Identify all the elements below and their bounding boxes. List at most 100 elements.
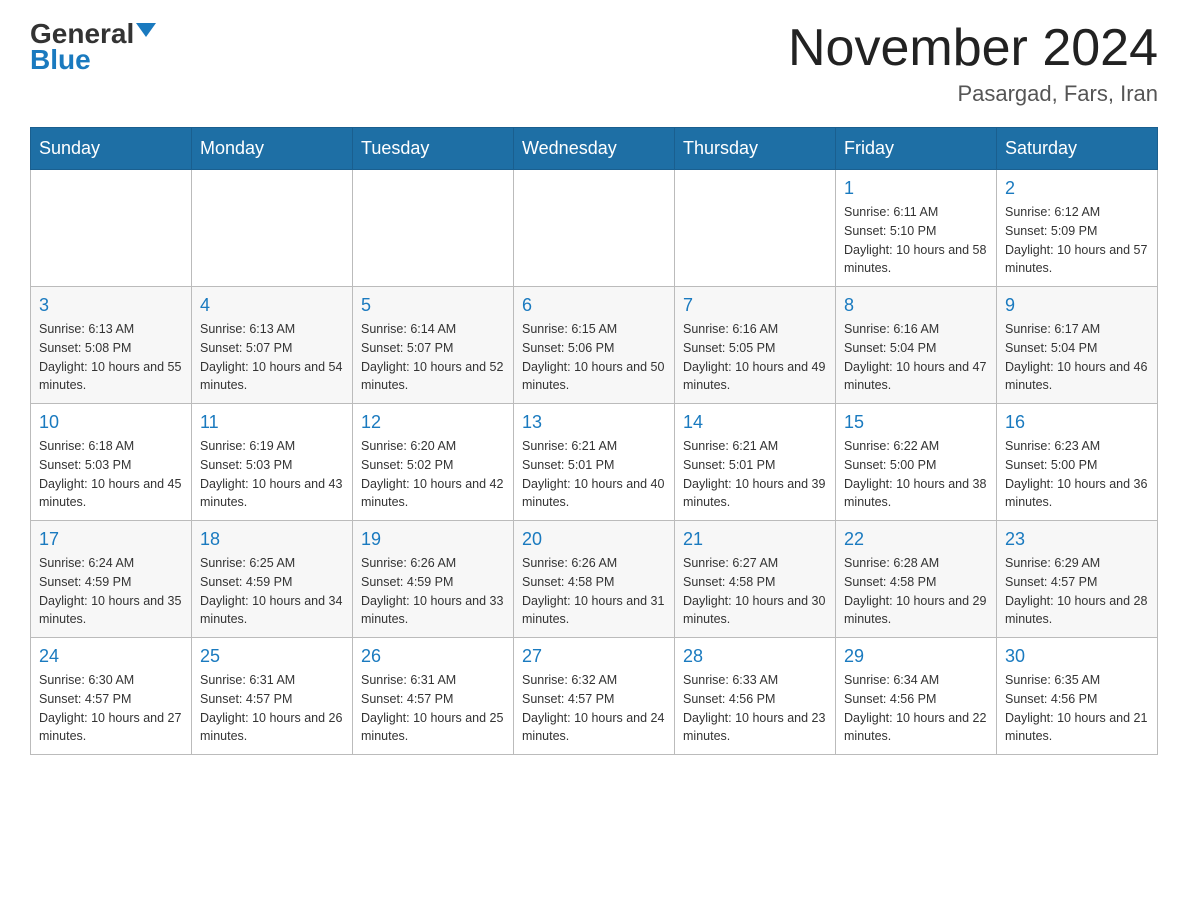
- calendar-day-cell: 18 Sunrise: 6:25 AMSunset: 4:59 PMDayligh…: [192, 521, 353, 638]
- day-number: 3: [39, 295, 183, 316]
- location-title: Pasargad, Fars, Iran: [788, 81, 1158, 107]
- calendar-day-cell: 6 Sunrise: 6:15 AMSunset: 5:06 PMDaylight…: [514, 287, 675, 404]
- day-number: 19: [361, 529, 505, 550]
- calendar-day-cell: 19 Sunrise: 6:26 AMSunset: 4:59 PMDayligh…: [353, 521, 514, 638]
- calendar-week-row: 24 Sunrise: 6:30 AMSunset: 4:57 PMDayligh…: [31, 638, 1158, 755]
- day-info: Sunrise: 6:25 AMSunset: 4:59 PMDaylight:…: [200, 554, 344, 629]
- day-header-thursday: Thursday: [675, 128, 836, 170]
- day-number: 26: [361, 646, 505, 667]
- day-info: Sunrise: 6:21 AMSunset: 5:01 PMDaylight:…: [522, 437, 666, 512]
- day-number: 4: [200, 295, 344, 316]
- calendar-day-cell: 10 Sunrise: 6:18 AMSunset: 5:03 PMDayligh…: [31, 404, 192, 521]
- day-number: 18: [200, 529, 344, 550]
- day-number: 17: [39, 529, 183, 550]
- calendar-day-cell: [353, 170, 514, 287]
- logo-triangle-icon: [136, 23, 156, 37]
- day-number: 22: [844, 529, 988, 550]
- day-info: Sunrise: 6:32 AMSunset: 4:57 PMDaylight:…: [522, 671, 666, 746]
- day-info: Sunrise: 6:12 AMSunset: 5:09 PMDaylight:…: [1005, 203, 1149, 278]
- calendar-day-cell: 23 Sunrise: 6:29 AMSunset: 4:57 PMDayligh…: [997, 521, 1158, 638]
- calendar-week-row: 1 Sunrise: 6:11 AMSunset: 5:10 PMDaylight…: [31, 170, 1158, 287]
- day-info: Sunrise: 6:14 AMSunset: 5:07 PMDaylight:…: [361, 320, 505, 395]
- calendar-day-cell: [192, 170, 353, 287]
- day-info: Sunrise: 6:29 AMSunset: 4:57 PMDaylight:…: [1005, 554, 1149, 629]
- calendar-day-cell: 21 Sunrise: 6:27 AMSunset: 4:58 PMDayligh…: [675, 521, 836, 638]
- day-number: 15: [844, 412, 988, 433]
- day-header-tuesday: Tuesday: [353, 128, 514, 170]
- day-info: Sunrise: 6:18 AMSunset: 5:03 PMDaylight:…: [39, 437, 183, 512]
- day-info: Sunrise: 6:26 AMSunset: 4:58 PMDaylight:…: [522, 554, 666, 629]
- page-header: General Blue November 2024 Pasargad, Far…: [30, 20, 1158, 107]
- day-info: Sunrise: 6:24 AMSunset: 4:59 PMDaylight:…: [39, 554, 183, 629]
- calendar-table: SundayMondayTuesdayWednesdayThursdayFrid…: [30, 127, 1158, 755]
- day-info: Sunrise: 6:19 AMSunset: 5:03 PMDaylight:…: [200, 437, 344, 512]
- day-info: Sunrise: 6:31 AMSunset: 4:57 PMDaylight:…: [361, 671, 505, 746]
- day-info: Sunrise: 6:35 AMSunset: 4:56 PMDaylight:…: [1005, 671, 1149, 746]
- calendar-week-row: 3Sunrise: 6:13 AMSunset: 5:08 PMDaylight…: [31, 287, 1158, 404]
- logo-blue-text: Blue: [30, 44, 91, 76]
- day-info: Sunrise: 6:23 AMSunset: 5:00 PMDaylight:…: [1005, 437, 1149, 512]
- calendar-day-cell: 17 Sunrise: 6:24 AMSunset: 4:59 PMDayligh…: [31, 521, 192, 638]
- day-header-saturday: Saturday: [997, 128, 1158, 170]
- calendar-day-cell: 8 Sunrise: 6:16 AMSunset: 5:04 PMDaylight…: [836, 287, 997, 404]
- calendar-week-row: 17 Sunrise: 6:24 AMSunset: 4:59 PMDayligh…: [31, 521, 1158, 638]
- day-info: Sunrise: 6:11 AMSunset: 5:10 PMDaylight:…: [844, 203, 988, 278]
- day-number: 24: [39, 646, 183, 667]
- day-info: Sunrise: 6:17 AMSunset: 5:04 PMDaylight:…: [1005, 320, 1149, 395]
- day-info: Sunrise: 6:34 AMSunset: 4:56 PMDaylight:…: [844, 671, 988, 746]
- day-info: Sunrise: 6:22 AMSunset: 5:00 PMDaylight:…: [844, 437, 988, 512]
- day-info: Sunrise: 6:21 AMSunset: 5:01 PMDaylight:…: [683, 437, 827, 512]
- day-number: 12: [361, 412, 505, 433]
- calendar-day-cell: 20Sunrise: 6:26 AMSunset: 4:58 PMDayligh…: [514, 521, 675, 638]
- day-info: Sunrise: 6:13 AMSunset: 5:07 PMDaylight:…: [200, 320, 344, 395]
- calendar-header-row: SundayMondayTuesdayWednesdayThursdayFrid…: [31, 128, 1158, 170]
- day-number: 8: [844, 295, 988, 316]
- day-number: 29: [844, 646, 988, 667]
- calendar-day-cell: 25Sunrise: 6:31 AMSunset: 4:57 PMDayligh…: [192, 638, 353, 755]
- day-number: 14: [683, 412, 827, 433]
- title-area: November 2024 Pasargad, Fars, Iran: [788, 20, 1158, 107]
- calendar-week-row: 10 Sunrise: 6:18 AMSunset: 5:03 PMDayligh…: [31, 404, 1158, 521]
- calendar-day-cell: 16 Sunrise: 6:23 AMSunset: 5:00 PMDayligh…: [997, 404, 1158, 521]
- day-info: Sunrise: 6:27 AMSunset: 4:58 PMDaylight:…: [683, 554, 827, 629]
- calendar-day-cell: [514, 170, 675, 287]
- day-number: 2: [1005, 178, 1149, 199]
- day-info: Sunrise: 6:30 AMSunset: 4:57 PMDaylight:…: [39, 671, 183, 746]
- day-number: 10: [39, 412, 183, 433]
- calendar-day-cell: 4 Sunrise: 6:13 AMSunset: 5:07 PMDaylight…: [192, 287, 353, 404]
- calendar-day-cell: 11 Sunrise: 6:19 AMSunset: 5:03 PMDayligh…: [192, 404, 353, 521]
- day-header-sunday: Sunday: [31, 128, 192, 170]
- calendar-day-cell: 2 Sunrise: 6:12 AMSunset: 5:09 PMDaylight…: [997, 170, 1158, 287]
- calendar-day-cell: 29 Sunrise: 6:34 AMSunset: 4:56 PMDayligh…: [836, 638, 997, 755]
- day-info: Sunrise: 6:26 AMSunset: 4:59 PMDaylight:…: [361, 554, 505, 629]
- day-number: 7: [683, 295, 827, 316]
- day-header-friday: Friday: [836, 128, 997, 170]
- calendar-day-cell: 3Sunrise: 6:13 AMSunset: 5:08 PMDaylight…: [31, 287, 192, 404]
- calendar-day-cell: 22Sunrise: 6:28 AMSunset: 4:58 PMDayligh…: [836, 521, 997, 638]
- calendar-day-cell: 7 Sunrise: 6:16 AMSunset: 5:05 PMDaylight…: [675, 287, 836, 404]
- day-number: 28: [683, 646, 827, 667]
- day-header-monday: Monday: [192, 128, 353, 170]
- calendar-day-cell: 28 Sunrise: 6:33 AMSunset: 4:56 PMDayligh…: [675, 638, 836, 755]
- day-number: 16: [1005, 412, 1149, 433]
- logo: General Blue: [30, 20, 156, 76]
- day-number: 11: [200, 412, 344, 433]
- day-number: 30: [1005, 646, 1149, 667]
- day-info: Sunrise: 6:33 AMSunset: 4:56 PMDaylight:…: [683, 671, 827, 746]
- day-info: Sunrise: 6:16 AMSunset: 5:05 PMDaylight:…: [683, 320, 827, 395]
- calendar-day-cell: 14 Sunrise: 6:21 AMSunset: 5:01 PMDayligh…: [675, 404, 836, 521]
- day-number: 23: [1005, 529, 1149, 550]
- day-info: Sunrise: 6:20 AMSunset: 5:02 PMDaylight:…: [361, 437, 505, 512]
- calendar-day-cell: 13 Sunrise: 6:21 AMSunset: 5:01 PMDayligh…: [514, 404, 675, 521]
- day-number: 13: [522, 412, 666, 433]
- day-info: Sunrise: 6:16 AMSunset: 5:04 PMDaylight:…: [844, 320, 988, 395]
- day-number: 1: [844, 178, 988, 199]
- day-info: Sunrise: 6:15 AMSunset: 5:06 PMDaylight:…: [522, 320, 666, 395]
- calendar-day-cell: 27Sunrise: 6:32 AMSunset: 4:57 PMDayligh…: [514, 638, 675, 755]
- calendar-day-cell: [675, 170, 836, 287]
- calendar-day-cell: 26 Sunrise: 6:31 AMSunset: 4:57 PMDayligh…: [353, 638, 514, 755]
- day-number: 21: [683, 529, 827, 550]
- day-number: 6: [522, 295, 666, 316]
- day-info: Sunrise: 6:31 AMSunset: 4:57 PMDaylight:…: [200, 671, 344, 746]
- calendar-day-cell: 1 Sunrise: 6:11 AMSunset: 5:10 PMDaylight…: [836, 170, 997, 287]
